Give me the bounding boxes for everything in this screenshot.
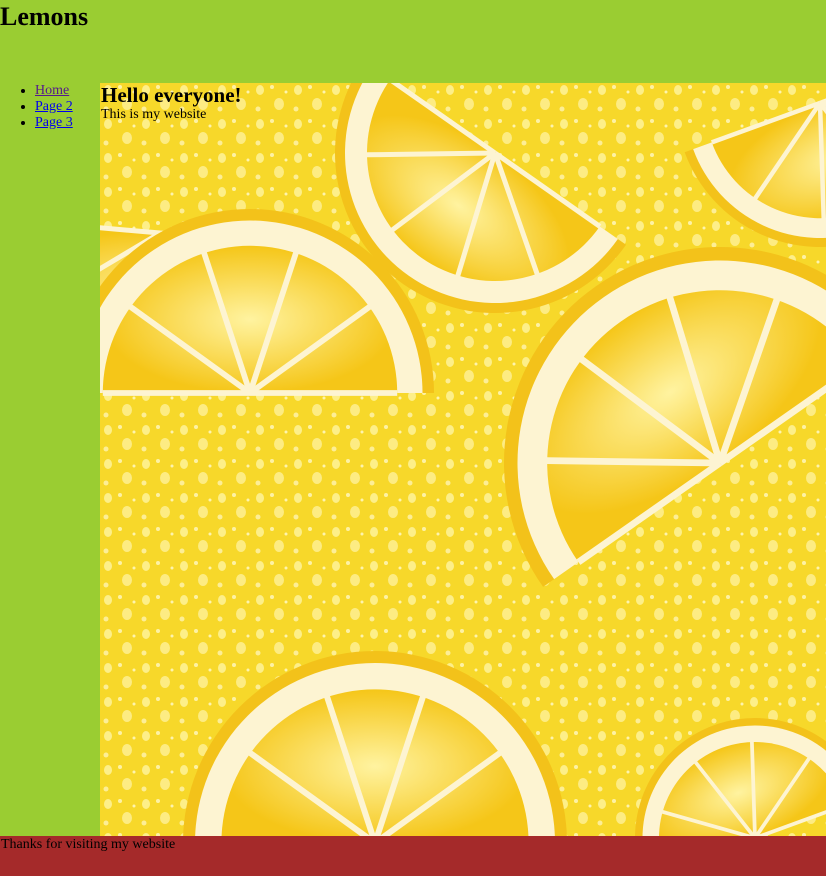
welcome-text: This is my website bbox=[101, 107, 207, 122]
footer: Thanks for visiting my website bbox=[0, 836, 826, 876]
nav-link-home[interactable]: Home bbox=[35, 83, 69, 98]
sidebar-nav: Home Page 2 Page 3 bbox=[0, 83, 100, 836]
welcome-heading: Hello everyone! bbox=[101, 83, 242, 107]
site-title: Lemons bbox=[0, 2, 89, 31]
nav-item-page-3: Page 3 bbox=[35, 115, 73, 131]
header: Lemons bbox=[0, 0, 826, 83]
main-content: Hello everyone! This is my website bbox=[100, 83, 826, 836]
nav-link-page-2[interactable]: Page 2 bbox=[35, 99, 73, 114]
nav-list: Home Page 2 Page 3 bbox=[0, 83, 73, 131]
nav-link-page-3[interactable]: Page 3 bbox=[35, 115, 73, 130]
footer-text: Thanks for visiting my website bbox=[1, 837, 176, 852]
lemon-background-image bbox=[100, 83, 826, 836]
nav-item-home: Home bbox=[35, 83, 73, 99]
nav-item-page-2: Page 2 bbox=[35, 99, 73, 115]
